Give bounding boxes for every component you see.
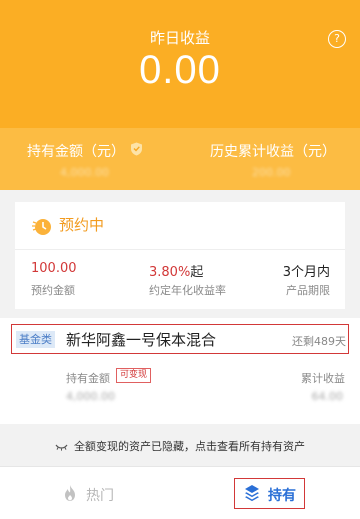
- reserve-amount-label: 预约金额: [31, 284, 75, 297]
- clock-icon: [32, 219, 51, 235]
- history-earnings-value: 200.00: [252, 166, 291, 179]
- shield-icon: [131, 142, 142, 156]
- flame-icon: [65, 485, 75, 501]
- term-value: 3个月内: [282, 265, 330, 280]
- reservation-card[interactable]: 预约中 100.00 预约金额 3.80%起 约定年化收益率 3个月内 产品期限: [15, 202, 345, 309]
- active-tab-highlight: [234, 478, 305, 509]
- rate-suffix: 起: [190, 265, 204, 280]
- hidden-assets-notice[interactable]: 全额变现的资产已隐藏，点击查看所有持有资产: [0, 438, 360, 454]
- fund-days-left: 还剩489天: [292, 335, 346, 348]
- fund-holding-label: 持有金额: [66, 372, 110, 385]
- history-earnings-label: 历史累计收益（元）: [210, 144, 336, 160]
- term-label: 产品期限: [286, 284, 330, 297]
- eye-closed-icon: [55, 444, 68, 451]
- fund-cumulative-label: 累计收益: [301, 372, 345, 385]
- reservation-title: 预约中: [59, 216, 105, 234]
- rate-label: 约定年化收益率: [149, 284, 226, 297]
- holding-amount-label: 持有金额（元）: [27, 144, 125, 160]
- yesterday-earnings-panel: 昨日收益 0.00 ?: [0, 0, 360, 128]
- reserve-amount: 100.00: [31, 261, 77, 276]
- fund-name: 新华阿鑫一号保本混合: [66, 331, 217, 349]
- yesterday-earnings-label: 昨日收益: [149, 29, 210, 47]
- fund-holding-item[interactable]: 基金类 新华阿鑫一号保本混合 还剩489天 持有金额 可变现 累计收益 4,00…: [0, 318, 360, 424]
- hidden-assets-text: 全额变现的资产已隐藏，点击查看所有持有资产: [74, 440, 305, 453]
- tab-hot-label: 热门: [86, 488, 114, 504]
- fund-category-tag: 基金类: [16, 331, 55, 348]
- bottom-tab-bar: 热门 持有: [0, 466, 360, 519]
- fund-cumulative-value: 64.00: [311, 390, 344, 403]
- rate-line: 3.80%起: [149, 261, 203, 280]
- fund-holding-value: 4,000.00: [66, 390, 115, 403]
- summary-band: 持有金额（元） 历史累计收益（元） 4,000.00 200.00: [0, 128, 360, 190]
- divider: [15, 249, 345, 250]
- yesterday-earnings-value: 0.00: [139, 48, 221, 92]
- holding-amount-value: 4,000.00: [60, 166, 109, 179]
- rate-value: 3.80%: [149, 265, 191, 280]
- question-circle-icon[interactable]: ?: [328, 30, 346, 48]
- redeemable-badge: 可变现: [116, 368, 152, 383]
- tab-hot[interactable]: 热门: [0, 467, 180, 519]
